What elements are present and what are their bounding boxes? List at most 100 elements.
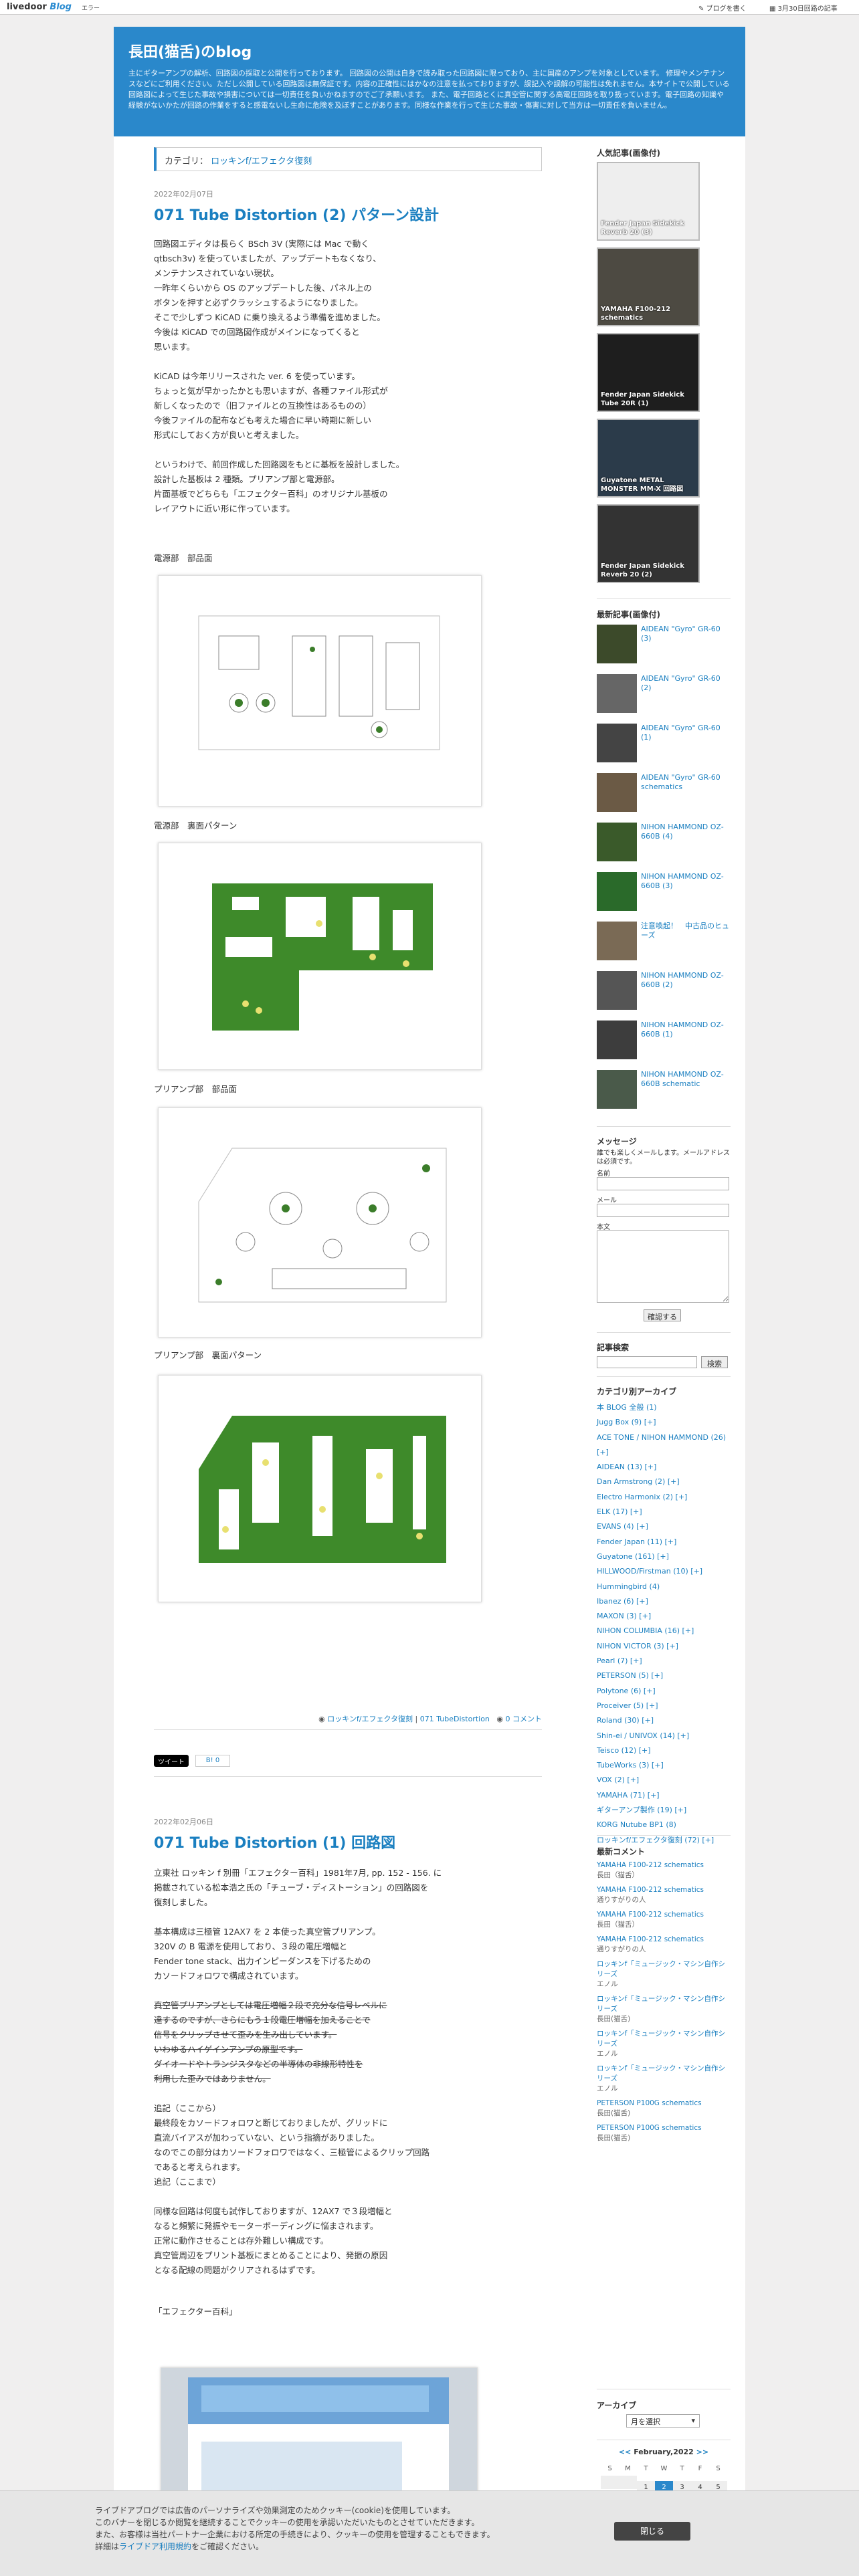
blog-header: 長田(猫舌)のblog 主にギターアンプの解析、回路図の採取と公開を行っておりま…: [114, 27, 745, 136]
recent-item[interactable]: AIDEAN "Gyro" GR-60 (3): [597, 625, 731, 666]
terms-link[interactable]: ライブドア利用規約: [119, 2542, 191, 2551]
category-item[interactable]: ギターアンプ製作 (19) [+]: [597, 1803, 731, 1818]
email-field[interactable]: [597, 1204, 729, 1217]
folder-icon: ◉: [318, 1715, 325, 1723]
comment-post-link[interactable]: PETERSON P100G schematics: [597, 2123, 731, 2133]
comment-list: YAMAHA F100-212 schematics 長田（猫舌） YAMAHA F…: [597, 1860, 731, 2148]
category-item[interactable]: Jugg Box (9) [+]: [597, 1415, 731, 1430]
category-item[interactable]: Polytone (6) [+]: [597, 1684, 731, 1699]
category-item[interactable]: Teisco (12) [+]: [597, 1743, 731, 1758]
comment-icon: ◉: [496, 1715, 503, 1723]
blog-title[interactable]: 長田(猫舌)のblog: [128, 40, 731, 62]
comment-post-link[interactable]: ロッキンf「ミュージック・マシン自作シリーズ: [597, 2029, 731, 2049]
category-link[interactable]: ロッキンf/エフェクタ復刻: [211, 156, 312, 167]
confirm-button[interactable]: 確認する: [644, 1309, 681, 1321]
comment-post-link[interactable]: ロッキンf「ミュージック・マシン自作シリーズ: [597, 1994, 731, 2014]
comment-post-link[interactable]: YAMAHA F100-212 schematics: [597, 1860, 731, 1870]
category-item[interactable]: Shin-ei / UNIVOX (14) [+]: [597, 1729, 731, 1743]
category-item[interactable]: HILLWOOD/Firstman (10) [+]: [597, 1564, 731, 1579]
post-date: 2022年02月07日: [154, 190, 213, 199]
comment-author: 長田(猫舌): [597, 2015, 631, 2023]
comment-post-link[interactable]: ロッキンf「ミュージック・マシン自作シリーズ: [597, 2064, 731, 2084]
comment-post-link[interactable]: YAMAHA F100-212 schematics: [597, 1885, 731, 1895]
comment-author: エノル: [597, 2084, 618, 2092]
post-title[interactable]: 071 Tube Distortion (1) 回路図: [154, 1831, 542, 1852]
post-comments-link[interactable]: 0 コメント: [506, 1715, 543, 1723]
comment-item: YAMAHA F100-212 schematics 長田（猫舌）: [597, 1860, 731, 1881]
archive-select[interactable]: 月を選択 ▾: [626, 2414, 700, 2428]
recent-item[interactable]: NIHON HAMMOND OZ-660B (4): [597, 823, 731, 864]
calendar-date[interactable]: [601, 2476, 619, 2489]
search-input[interactable]: [597, 1356, 697, 1368]
pcb-power-pattern-image[interactable]: [158, 843, 482, 1070]
divider: [597, 1126, 731, 1127]
popular-item[interactable]: YAMAHA F100-212 schematics: [597, 247, 700, 326]
post-tag-link[interactable]: 071 TubeDistortion: [420, 1715, 490, 1723]
category-item[interactable]: KORG Nutube BP1 (8): [597, 1818, 731, 1832]
search-button[interactable]: 検索: [701, 1356, 728, 1368]
popular-item[interactable]: Fender Japan Sidekick Reverb 20 (2): [597, 504, 700, 583]
tweet-button[interactable]: ツイート: [154, 1755, 189, 1767]
recent-item[interactable]: NIHON HAMMOND OZ-660B schematic: [597, 1070, 731, 1111]
category-item[interactable]: NIHON COLUMBIA (16) [+]: [597, 1624, 731, 1638]
comment-item: ロッキンf「ミュージック・マシン自作シリーズ エノル: [597, 2029, 731, 2059]
post-addendum: 追記（ここから） 最終段をカソードフォロワと断じておりましたが、グリッドに 直流…: [154, 2103, 430, 2275]
category-item[interactable]: Guyatone (161) [+]: [597, 1549, 731, 1564]
category-item[interactable]: YAMAHA (71) [+]: [597, 1788, 731, 1803]
recent-item[interactable]: AIDEAN "Gyro" GR-60 schematics: [597, 773, 731, 815]
category-item[interactable]: Proceiver (5) [+]: [597, 1699, 731, 1713]
category-item[interactable]: ELK (17) [+]: [597, 1505, 731, 1519]
category-item[interactable]: Dan Armstrong (2) [+]: [597, 1475, 731, 1489]
comment-item: PETERSON P100G schematics 長田(猫舌): [597, 2123, 731, 2143]
recent-item[interactable]: AIDEAN "Gyro" GR-60 (1): [597, 724, 731, 765]
popular-item[interactable]: Fender Japan Sidekick Tube 20R (1): [597, 333, 700, 412]
pcb-preamp-pattern-image[interactable]: [158, 1375, 482, 1602]
calendar: SMTWTFS12345: [601, 2462, 728, 2494]
calendar-date[interactable]: [619, 2476, 637, 2489]
comment-post-link[interactable]: YAMAHA F100-212 schematics: [597, 1935, 731, 1945]
category-item[interactable]: ACE TONE / NIHON HAMMOND (26) [+]: [597, 1430, 731, 1461]
category-item[interactable]: AIDEAN (13) [+]: [597, 1460, 731, 1475]
category-item[interactable]: MAXON (3) [+]: [597, 1609, 731, 1624]
recent-item[interactable]: NIHON HAMMOND OZ-660B (2): [597, 971, 731, 1012]
recent-item[interactable]: NIHON HAMMOND OZ-660B (3): [597, 872, 731, 914]
recent-item[interactable]: 注意喚起！ 中古品のヒューズ: [597, 922, 731, 963]
livedoor-logo[interactable]: livedoor Blog: [7, 2, 72, 12]
date-article-link[interactable]: ▦ 3月30日回路の記事: [769, 3, 838, 13]
comment-item: YAMAHA F100-212 schematics 長田（猫舌）: [597, 1910, 731, 1930]
name-field[interactable]: [597, 1177, 729, 1190]
category-item[interactable]: Pearl (7) [+]: [597, 1654, 731, 1669]
category-item[interactable]: EVANS (4) [+]: [597, 1519, 731, 1534]
category-item[interactable]: TubeWorks (3) [+]: [597, 1758, 731, 1773]
popular-item[interactable]: Guyatone METAL MONSTER MM-X 回路図: [597, 419, 700, 498]
category-item[interactable]: VOX (2) [+]: [597, 1773, 731, 1788]
category-item[interactable]: Hummingbird (4): [597, 1580, 731, 1594]
category-item[interactable]: Ibanez (6) [+]: [597, 1594, 731, 1609]
pcb-preamp-parts-image[interactable]: [158, 1107, 482, 1337]
comment-post-link[interactable]: PETERSON P100G schematics: [597, 2099, 731, 2109]
recent-item[interactable]: NIHON HAMMOND OZ-660B (1): [597, 1021, 731, 1062]
hatena-bookmark-button[interactable]: B! 0: [195, 1755, 230, 1767]
post-category-link[interactable]: ロッキンf/エフェクタ復刻: [327, 1715, 413, 1723]
write-blog-link[interactable]: ✎ ブログを書く: [698, 3, 747, 13]
category-item[interactable]: Roland (30) [+]: [597, 1713, 731, 1728]
category-item[interactable]: PETERSON (5) [+]: [597, 1669, 731, 1683]
category-item[interactable]: Electro Harmonix (2) [+]: [597, 1490, 731, 1505]
calendar-day-header: F: [698, 2465, 702, 2472]
comment-item: YAMAHA F100-212 schematics 通りすがりの人: [597, 1935, 731, 1955]
next-month-icon[interactable]: >>: [696, 2448, 708, 2456]
cookie-close-button[interactable]: 閉じる: [614, 2522, 690, 2541]
category-item[interactable]: NIHON VICTOR (3) [+]: [597, 1639, 731, 1654]
recent-item[interactable]: AIDEAN "Gyro" GR-60 (2): [597, 674, 731, 716]
calendar-day-header: M: [625, 2465, 631, 2472]
message-textarea[interactable]: [597, 1230, 729, 1303]
category-item[interactable]: Fender Japan (11) [+]: [597, 1535, 731, 1549]
prev-month-icon[interactable]: <<: [619, 2448, 631, 2456]
category-item[interactable]: 本 BLOG 全般 (1): [597, 1400, 731, 1415]
post-title[interactable]: 071 Tube Distortion (2) パターン設計: [154, 203, 542, 225]
comment-post-link[interactable]: ロッキンf「ミュージック・マシン自作シリーズ: [597, 1959, 731, 1979]
pcb-power-parts-image[interactable]: [158, 575, 482, 807]
popular-item[interactable]: Fender Japan Sidekick Reverb 20 (3): [597, 162, 700, 241]
cookie-banner: ライブドアブログでは広告のパーソナライズや効果測定のためクッキー(cookie)…: [0, 2490, 859, 2576]
comment-post-link[interactable]: YAMAHA F100-212 schematics: [597, 1910, 731, 1920]
